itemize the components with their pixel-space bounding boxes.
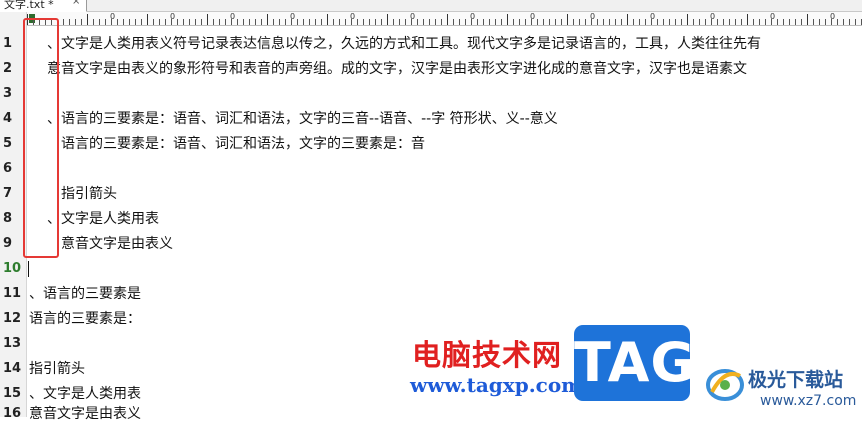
line-number: 9 xyxy=(3,236,13,251)
line-number: 12 xyxy=(3,311,22,326)
current-line-highlight xyxy=(27,259,862,278)
line-number: 14 xyxy=(3,361,22,376)
ruler-label: 0 xyxy=(350,12,356,21)
watermark-logo-url: www.xz7.com xyxy=(760,393,857,409)
line-text[interactable]: 、语言的三要素是：语音、词汇和语法，文字的三音--语音、--字 符形状、义--意… xyxy=(47,110,558,128)
ruler-label: 0 xyxy=(230,12,236,21)
line-text[interactable]: 意音文字是由表义的象形符号和表音的声旁组。成的文字，汉字是由表形文字进化成的意音… xyxy=(47,60,747,78)
ruler-label: 0 xyxy=(470,12,476,21)
line-text[interactable]: 意音文字是由表义 xyxy=(29,405,141,423)
line-number: 11 xyxy=(3,286,22,301)
watermark-site-url: www.tagxp.com xyxy=(410,373,583,397)
watermark-tag-text: TAG xyxy=(574,331,696,394)
aurora-logo-icon xyxy=(706,369,744,401)
line-text[interactable]: 、文字是人类用表 xyxy=(47,210,159,228)
line-text[interactable]: 意音文字是由表义 xyxy=(61,235,173,253)
line-text[interactable]: 、文字是人类用表义符号记录表达信息以传之，久远的方式和工具。现代文字多是记录语言… xyxy=(47,35,761,53)
line-number: 15 xyxy=(3,386,22,401)
line-text[interactable]: 语言的三要素是： xyxy=(29,310,141,328)
line-text[interactable]: 、语言的三要素是 xyxy=(29,285,141,303)
line-text[interactable]: 指引箭头 xyxy=(29,360,85,378)
ruler-label: 0 xyxy=(770,12,776,21)
watermark-site-name: 电脑技术网 xyxy=(412,338,563,372)
line-number: 7 xyxy=(3,186,13,201)
ruler-label: 0 xyxy=(710,12,716,21)
line-text[interactable]: 指引箭头 xyxy=(61,185,117,203)
line-number: 3 xyxy=(3,86,13,101)
ruler-label: 0 xyxy=(830,12,836,21)
tab-document[interactable]: 文字.txt * × xyxy=(0,0,87,12)
ruler-label: 0 xyxy=(650,12,656,21)
line-text[interactable]: 语言的三要素是：语音、词汇和语法，文字的三要素是：音 xyxy=(61,135,425,153)
ruler-label: 0 xyxy=(290,12,296,21)
column-ruler: 0 0 0 0 0 0 0 0 0 0 0 0 0 xyxy=(27,12,862,26)
ruler-label: 0 xyxy=(410,12,416,21)
ruler-major-ticks xyxy=(27,14,862,25)
line-number: 8 xyxy=(3,211,13,226)
line-number: 2 xyxy=(3,61,13,76)
ruler-label: 0 xyxy=(170,12,176,21)
text-caret xyxy=(28,261,29,277)
line-number: 16 xyxy=(3,406,22,421)
line-number-current: 10 xyxy=(3,261,22,276)
watermark-tag-logo: TAG xyxy=(574,325,696,401)
line-text[interactable]: 、文字是人类用表 xyxy=(29,385,141,403)
line-number: 4 xyxy=(3,111,13,126)
close-icon[interactable]: × xyxy=(72,0,80,7)
line-number: 6 xyxy=(3,161,13,176)
annotation-highlight-box xyxy=(23,18,59,258)
ruler-label: 0 xyxy=(590,12,596,21)
line-number: 1 xyxy=(3,36,13,51)
ruler-label: 0 xyxy=(110,12,116,21)
ruler-label: 0 xyxy=(530,12,536,21)
tab-bar: 文字.txt * × xyxy=(0,0,862,12)
line-number: 5 xyxy=(3,136,13,151)
watermark-logo-name: 极光下载站 xyxy=(748,369,844,391)
line-number: 13 xyxy=(3,336,22,351)
tab-label: 文字.txt * xyxy=(4,0,54,11)
